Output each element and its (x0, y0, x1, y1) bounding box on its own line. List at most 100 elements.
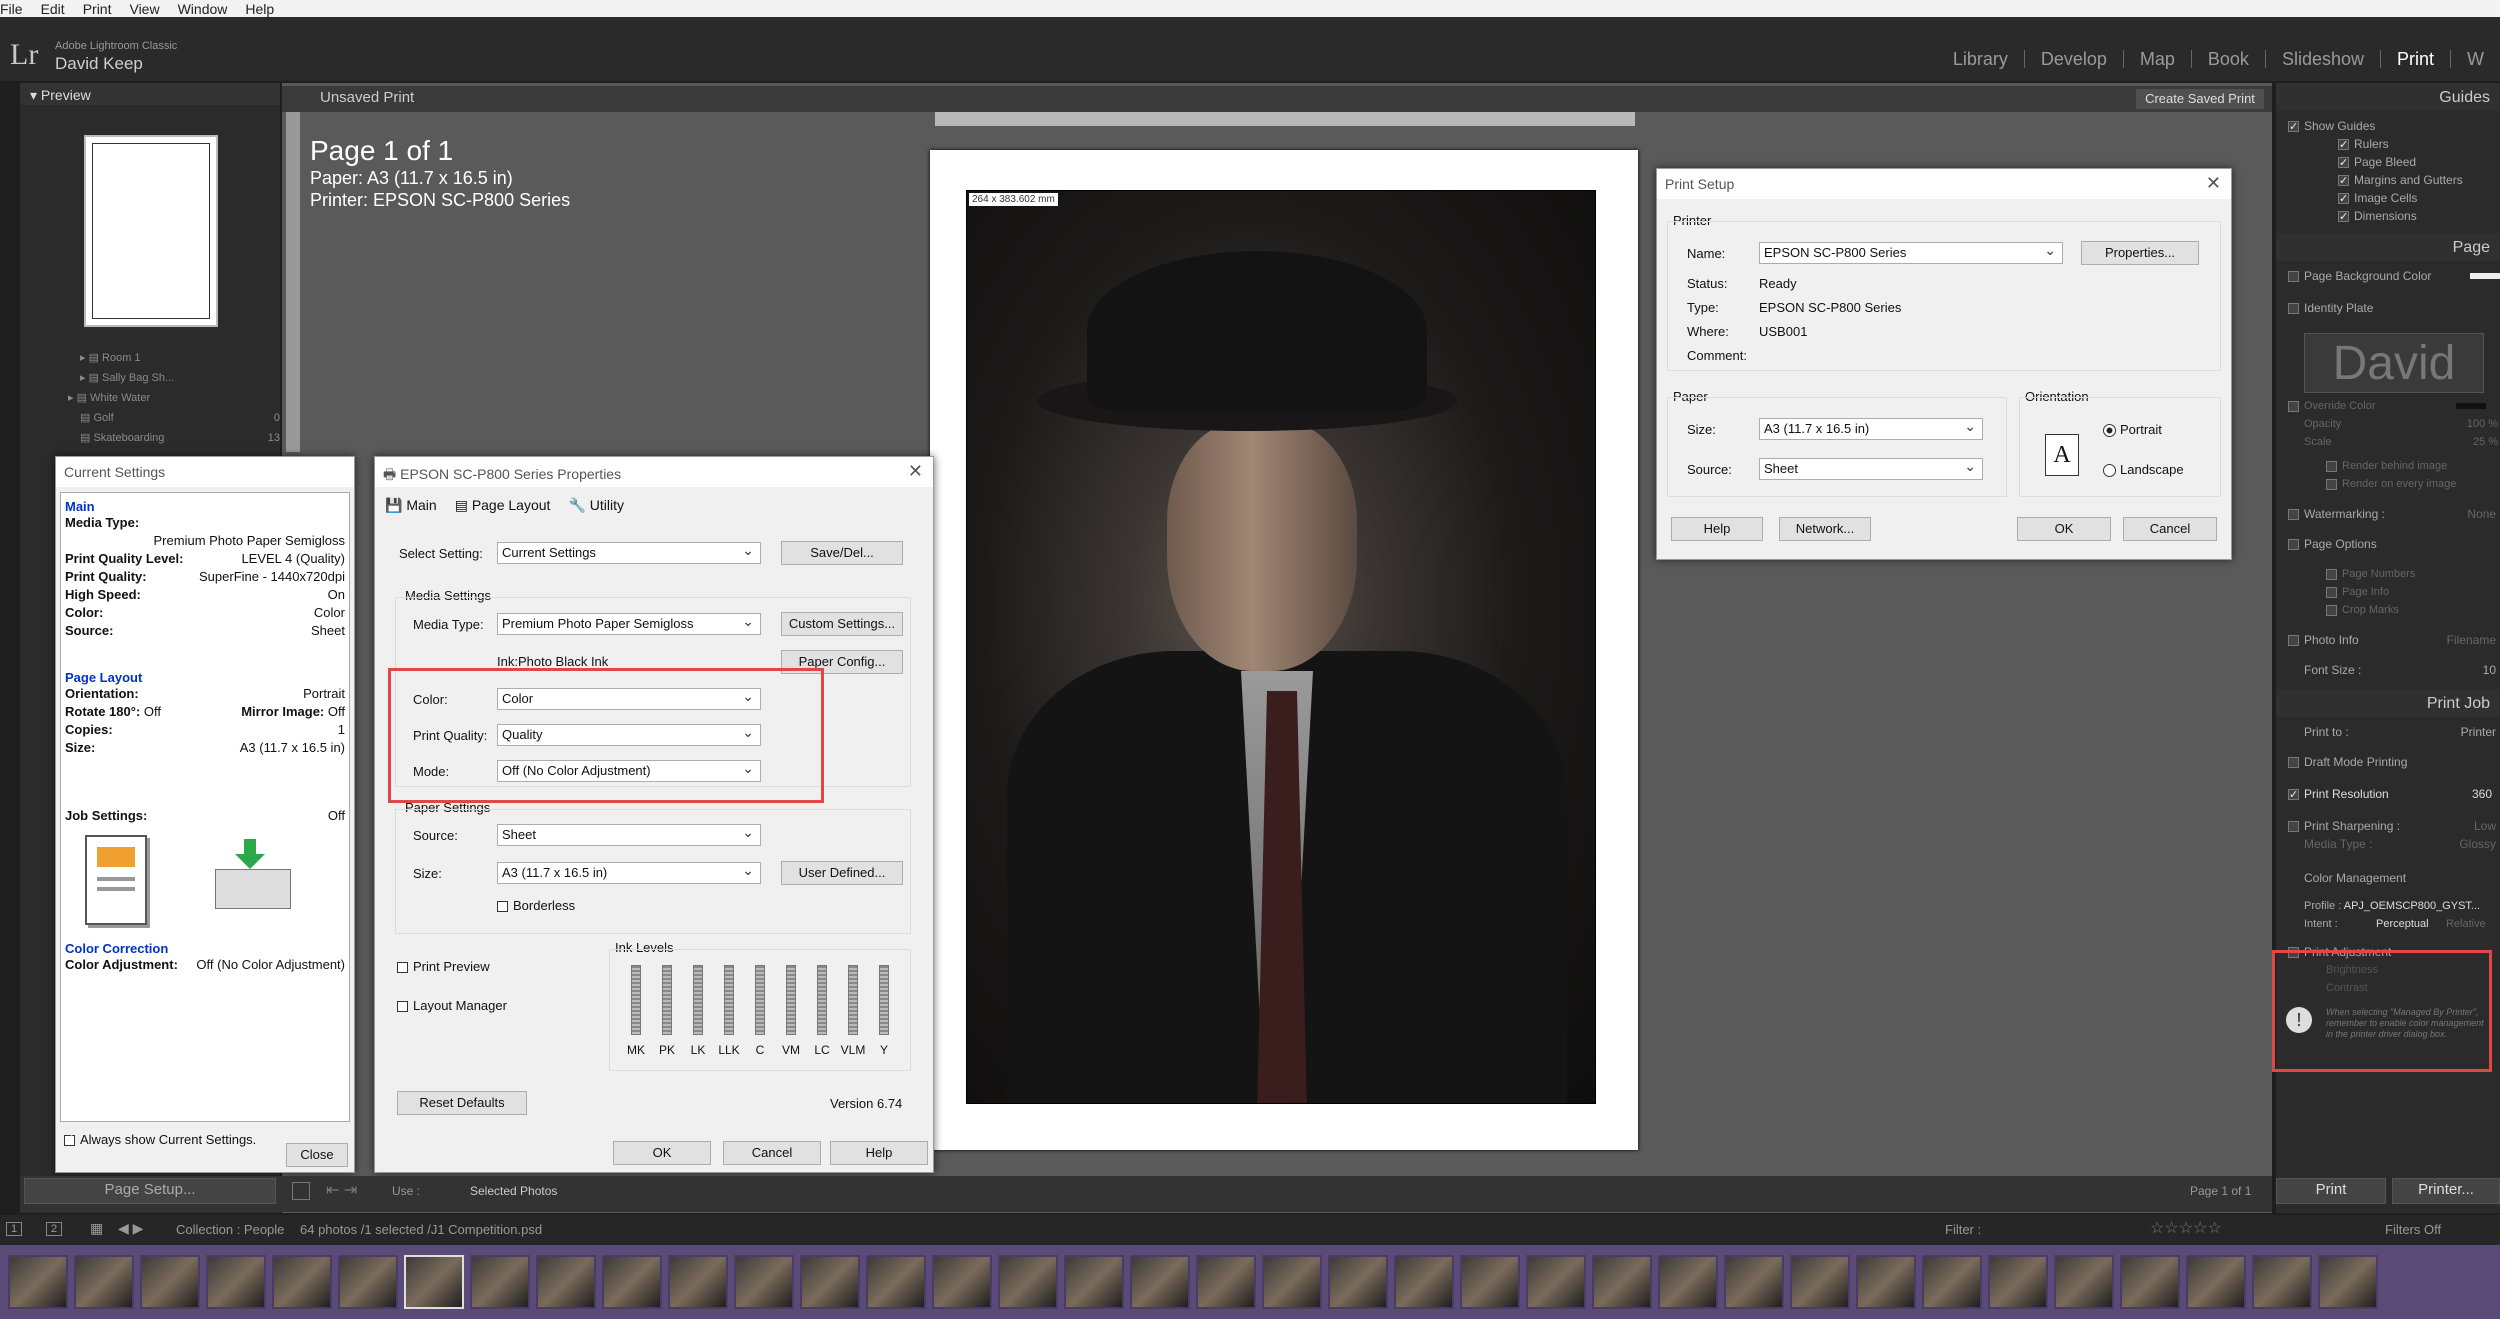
page-bg-swatch[interactable] (2470, 273, 2500, 279)
filmstrip-thumbnail[interactable] (404, 1255, 464, 1309)
filmstrip-thumbnail[interactable] (998, 1255, 1058, 1309)
filmstrip-thumbnail[interactable] (1856, 1255, 1916, 1309)
page-info-checkbox[interactable]: Page Info (2276, 583, 2500, 601)
render-behind-checkbox[interactable]: Render behind image (2276, 457, 2500, 475)
photo-info-checkbox[interactable]: Photo Info Filename (2276, 631, 2500, 649)
guides-panel-header[interactable]: Guides (2276, 83, 2500, 111)
filmstrip-thumbnail[interactable] (2120, 1255, 2180, 1309)
page-options-checkbox[interactable]: Page Options (2276, 535, 2500, 553)
collection-item[interactable]: ▤ Golf 0 (80, 408, 280, 428)
reset-defaults-button[interactable]: Reset Defaults (397, 1091, 527, 1115)
size-dropdown[interactable]: A3 (11.7 x 16.5 in) (497, 860, 761, 884)
create-saved-print-button[interactable]: Create Saved Print (2136, 89, 2264, 109)
user-defined-button[interactable]: User Defined... (781, 861, 903, 885)
tab-utility[interactable]: 🔧 Utility (568, 497, 624, 514)
menu-print[interactable]: Print (83, 1, 112, 17)
profile-dropdown[interactable]: Profile : APJ_OEMSCP800_GYST... (2276, 897, 2500, 915)
intent-selector[interactable]: Intent : Perceptual Relative (2276, 915, 2500, 933)
filmstrip-thumbnail[interactable] (800, 1255, 860, 1309)
filmstrip-thumbnail[interactable] (1196, 1255, 1256, 1309)
paper-size-dropdown[interactable]: A3 (11.7 x 16.5 in) (1759, 416, 1983, 440)
printer-name-dropdown[interactable]: EPSON SC-P800 Series (1759, 240, 2063, 264)
draft-mode-checkbox[interactable]: Draft Mode Printing (2276, 753, 2500, 771)
cancel-button[interactable]: Cancel (2123, 517, 2217, 541)
media-type-dropdown[interactable]: Premium Photo Paper Semigloss (497, 611, 761, 635)
back-forward-icon[interactable]: ◀ ▶ (118, 1220, 143, 1237)
scale-slider[interactable]: Scale 25 % (2276, 433, 2500, 451)
tab-main[interactable]: 💾 Main (385, 497, 437, 514)
custom-settings-button[interactable]: Custom Settings... (781, 612, 903, 636)
print-sharpening-checkbox[interactable]: Print Sharpening : Low (2276, 817, 2500, 835)
network-button[interactable]: Network... (1779, 517, 1871, 541)
filmstrip-thumbnail[interactable] (8, 1255, 68, 1309)
module-slideshow[interactable]: Slideshow (2266, 50, 2381, 68)
guide-cells-checkbox[interactable]: Image Cells (2326, 189, 2500, 208)
filters-off-dropdown[interactable]: Filters Off (2385, 1222, 2441, 1237)
print-photo[interactable] (966, 190, 1596, 1104)
close-icon[interactable]: ✕ (2206, 173, 2221, 194)
filmstrip-thumbnail[interactable] (206, 1255, 266, 1309)
override-color-swatch[interactable] (2456, 403, 2486, 409)
filmstrip-thumbnail[interactable] (602, 1255, 662, 1309)
monitor-1-button[interactable]: 1 (6, 1222, 23, 1236)
menu-file[interactable]: File (0, 1, 23, 17)
page-panel-header[interactable]: Page (2276, 233, 2500, 261)
filmstrip-thumbnail[interactable] (1790, 1255, 1850, 1309)
monitor-2-button[interactable]: 2 (46, 1222, 63, 1236)
tab-page-layout[interactable]: ▤ Page Layout (455, 497, 551, 514)
filmstrip-thumbnail[interactable] (536, 1255, 596, 1309)
filmstrip-thumbnail[interactable] (1526, 1255, 1586, 1309)
collection-item[interactable]: ▸ ▤ Sally Bag Sh... (80, 368, 280, 388)
filmstrip-thumbnail[interactable] (140, 1255, 200, 1309)
crop-marks-checkbox[interactable]: Crop Marks (2276, 601, 2500, 619)
collection-source[interactable]: Collection : People (176, 1222, 284, 1237)
filmstrip-thumbnail[interactable] (1460, 1255, 1520, 1309)
identity-plate-checkbox[interactable]: Identity Plate (2276, 299, 2500, 317)
show-guides-checkbox[interactable]: Show Guides (2276, 117, 2500, 136)
printer-button[interactable]: Printer... (2392, 1178, 2500, 1204)
properties-button[interactable]: Properties... (2081, 241, 2199, 265)
filmstrip-thumbnail[interactable] (1592, 1255, 1652, 1309)
grid-icon[interactable]: ▦ (90, 1220, 103, 1237)
module-develop[interactable]: Develop (2025, 50, 2124, 68)
close-button[interactable]: Close (286, 1143, 348, 1167)
ok-button[interactable]: OK (2017, 517, 2111, 541)
print-to-dropdown[interactable]: Print to : Printer (2276, 723, 2500, 741)
menu-help[interactable]: Help (245, 1, 274, 17)
module-library[interactable]: Library (1937, 50, 2025, 68)
filmstrip-thumbnail[interactable] (2252, 1255, 2312, 1309)
intent-relative[interactable]: Relative (2446, 915, 2486, 933)
collection-item[interactable]: ▸ ▤ Room 1 (80, 348, 280, 368)
filmstrip-thumbnail[interactable] (866, 1255, 926, 1309)
borderless-checkbox[interactable]: Borderless (497, 898, 575, 913)
filmstrip-thumbnail[interactable] (1262, 1255, 1322, 1309)
use-dropdown[interactable]: Selected Photos (470, 1184, 557, 1198)
filmstrip-thumbnail[interactable] (470, 1255, 530, 1309)
guide-margins-checkbox[interactable]: Margins and Gutters (2326, 171, 2500, 190)
print-preview-checkbox[interactable]: Print Preview (397, 959, 490, 974)
filmstrip-thumbnail[interactable] (1988, 1255, 2048, 1309)
filmstrip-thumbnail[interactable] (74, 1255, 134, 1309)
module-web[interactable]: W (2451, 50, 2500, 68)
filmstrip-thumbnail[interactable] (1724, 1255, 1784, 1309)
watermarking-checkbox[interactable]: Watermarking : None (2276, 505, 2500, 523)
font-size-dropdown[interactable]: Font Size :10 (2276, 661, 2500, 679)
filmstrip-thumbnail[interactable] (1328, 1255, 1388, 1309)
page-icon[interactable] (292, 1182, 310, 1200)
help-button[interactable]: Help (830, 1141, 928, 1165)
filmstrip-thumbnail[interactable] (2318, 1255, 2378, 1309)
portrait-radio[interactable]: Portrait (2103, 422, 2162, 438)
opacity-slider[interactable]: Opacity 100 % (2276, 415, 2500, 433)
cancel-button[interactable]: Cancel (723, 1141, 821, 1165)
menu-window[interactable]: Window (178, 1, 228, 17)
ok-button[interactable]: OK (613, 1141, 711, 1165)
filmstrip-thumbnail[interactable] (1394, 1255, 1454, 1309)
render-every-checkbox[interactable]: Render on every image (2276, 475, 2500, 493)
filmstrip-thumbnail[interactable] (1922, 1255, 1982, 1309)
filmstrip-thumbnail[interactable] (272, 1255, 332, 1309)
page-setup-button[interactable]: Page Setup... (24, 1178, 276, 1204)
paper-source-dropdown[interactable]: Sheet (1759, 456, 1983, 480)
star-rating-filter[interactable]: ☆☆☆☆☆ (2150, 1218, 2222, 1238)
guide-bleed-checkbox[interactable]: Page Bleed (2326, 153, 2500, 172)
menu-view[interactable]: View (129, 1, 159, 17)
